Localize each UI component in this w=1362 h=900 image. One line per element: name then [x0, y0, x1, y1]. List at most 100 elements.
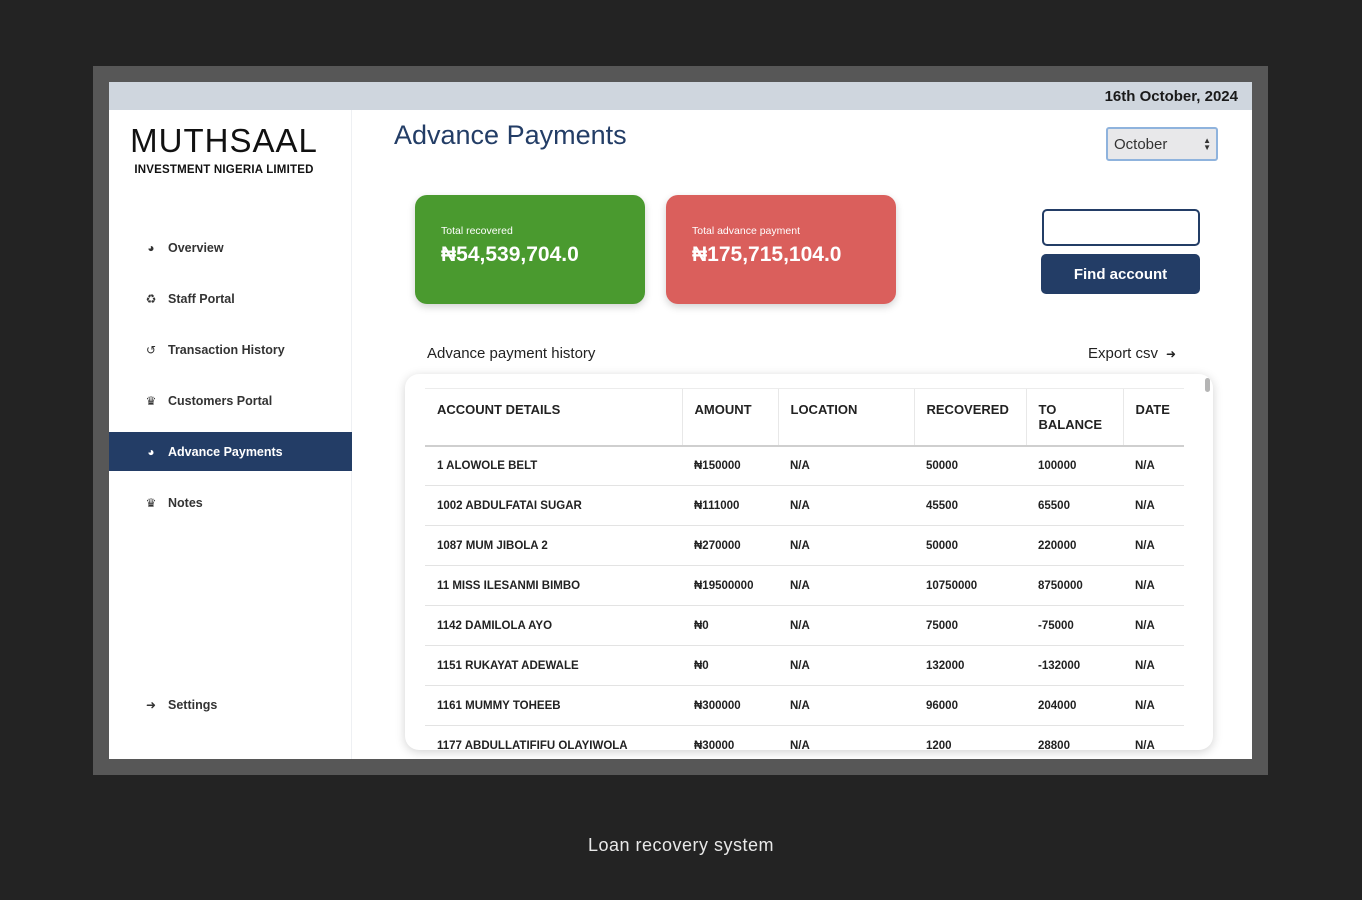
table-cell: N/A: [778, 645, 914, 686]
table-cell: 1177 ABDULLATIFIFU OLAYIWOLA: [425, 725, 682, 750]
column-header[interactable]: AMOUNT: [681, 388, 778, 447]
table-row[interactable]: 1142 DAMILOLA AYO ₦0 N/A 75000 -75000 N/…: [425, 605, 1184, 646]
table-cell: N/A: [1123, 525, 1184, 566]
total-recovered-card: Total recovered ₦54,539,704.0: [415, 195, 645, 304]
table-row[interactable]: 1002 ABDULFATAI SUGAR ₦111000 N/A 45500 …: [425, 485, 1184, 526]
table-row[interactable]: 1177 ABDULLATIFIFU OLAYIWOLA ₦30000 N/A …: [425, 725, 1184, 750]
card-label: Total advance payment: [692, 225, 800, 237]
table-cell: N/A: [778, 445, 914, 486]
card-value: ₦175,715,104.0: [692, 243, 842, 266]
sidebar-item-customers-portal[interactable]: ♛ Customers Portal: [109, 381, 352, 420]
sidebar-item-label: Advance Payments: [168, 444, 283, 459]
table-cell: N/A: [778, 565, 914, 606]
column-header[interactable]: RECOVERED: [913, 388, 1026, 447]
sidebar-item-settings[interactable]: ➜ Settings: [109, 685, 352, 724]
sidebar-item-advance-payments[interactable]: ◕ Advance Payments: [109, 432, 352, 471]
table-row[interactable]: 1161 MUMMY TOHEEB ₦300000 N/A 96000 2040…: [425, 685, 1184, 726]
table-cell: 65500: [1026, 485, 1123, 526]
table-cell: ₦0: [682, 605, 778, 646]
table-cell: ₦270000: [682, 525, 778, 566]
current-date: 16th October, 2024: [1104, 88, 1238, 105]
column-header[interactable]: LOCATION: [777, 388, 914, 447]
table-row[interactable]: 1 ALOWOLE BELT ₦150000 N/A 50000 100000 …: [425, 445, 1184, 486]
table-cell: N/A: [1123, 445, 1184, 486]
export-csv-button[interactable]: Export csv ➜: [1088, 345, 1176, 362]
brand-subtitle: INVESTMENT NIGERIA LIMITED: [134, 164, 314, 176]
sidebar-item-label: Staff Portal: [168, 291, 235, 306]
month-select-value: October: [1114, 135, 1168, 153]
table-row[interactable]: 1151 RUKAYAT ADEWALE ₦0 N/A 132000 -1320…: [425, 645, 1184, 686]
sidebar-item-transaction-history[interactable]: ↺ Transaction History: [109, 330, 352, 369]
recycle-icon: ♻: [145, 291, 157, 306]
table-cell: 50000: [914, 525, 1026, 566]
table-cell: 132000: [914, 645, 1026, 686]
table-cell: 10750000: [914, 565, 1026, 606]
table-cell: N/A: [778, 525, 914, 566]
trophy-icon: ♛: [145, 495, 157, 510]
table-cell: N/A: [1123, 645, 1184, 686]
table-cell: 1151 RUKAYAT ADEWALE: [425, 645, 682, 686]
dashboard-icon: ◕: [147, 444, 155, 459]
export-label: Export csv: [1088, 345, 1159, 362]
table-cell: N/A: [778, 725, 914, 750]
table-cell: 28800: [1026, 725, 1123, 750]
table-cell: N/A: [778, 685, 914, 726]
table-cell: 220000: [1026, 525, 1123, 566]
brand-logo: MUTHSAAL INVESTMENT NIGERIA LIMITED: [109, 122, 339, 176]
find-account-button[interactable]: Find account: [1041, 254, 1200, 294]
table-row[interactable]: 11 MISS ILESANMI BIMBO ₦19500000 N/A 107…: [425, 565, 1184, 606]
total-advance-card: Total advance payment ₦175,715,104.0: [666, 195, 896, 304]
sign-out-icon: ➜: [145, 697, 157, 712]
history-table-card: ACCOUNT DETAILS AMOUNT LOCATION RECOVERE…: [405, 374, 1213, 750]
table-cell: -132000: [1026, 645, 1123, 686]
table-cell: N/A: [778, 605, 914, 646]
select-arrows-icon: ▲ ▼: [1203, 136, 1211, 152]
table-cell: 11 MISS ILESANMI BIMBO: [425, 565, 682, 606]
table-cell: -75000: [1026, 605, 1123, 646]
sidebar-item-notes[interactable]: ♛ Notes: [109, 483, 352, 522]
column-header[interactable]: TO BALANCE: [1025, 388, 1123, 447]
table-cell: 96000: [914, 685, 1026, 726]
sidebar-item-label: Customers Portal: [168, 393, 273, 408]
caption: Loan recovery system: [587, 835, 775, 855]
table-cell: N/A: [778, 485, 914, 526]
table-cell: 50000: [914, 445, 1026, 486]
table-cell: 204000: [1026, 685, 1123, 726]
dashboard-icon: ◕: [147, 240, 155, 255]
table-cell: 1002 ABDULFATAI SUGAR: [425, 485, 682, 526]
account-search-input[interactable]: [1042, 209, 1200, 246]
table-cell: 100000: [1026, 445, 1123, 486]
app-screen: 16th October, 2024 MUTHSAAL INVESTMENT N…: [109, 82, 1252, 759]
table-cell: 1087 MUM JIBOLA 2: [425, 525, 682, 566]
sidebar-item-label: Transaction History: [168, 342, 285, 357]
history-icon: ↺: [145, 342, 157, 357]
trophy-icon: ♛: [145, 393, 157, 408]
sidebar-item-staff-portal[interactable]: ♻ Staff Portal: [109, 279, 352, 318]
history-table: ACCOUNT DETAILS AMOUNT LOCATION RECOVERE…: [425, 388, 1184, 750]
sidebar: MUTHSAAL INVESTMENT NIGERIA LIMITED ◕ Ov…: [109, 110, 352, 759]
table-cell: N/A: [1123, 725, 1184, 750]
scrollbar[interactable]: [1205, 378, 1210, 392]
table-cell: 1200: [914, 725, 1026, 750]
top-bar: 16th October, 2024: [109, 82, 1252, 110]
sidebar-item-overview[interactable]: ◕ Overview: [109, 228, 352, 267]
sidebar-item-label: Overview: [168, 240, 224, 255]
table-row[interactable]: 1087 MUM JIBOLA 2 ₦270000 N/A 50000 2200…: [425, 525, 1184, 566]
table-cell: ₦30000: [682, 725, 778, 750]
table-cell: 8750000: [1026, 565, 1123, 606]
table-cell: ₦0: [682, 645, 778, 686]
sidebar-item-label: Notes: [168, 495, 203, 510]
main-content: Advance Payments October ▲ ▼ Total recove…: [353, 110, 1252, 759]
page-title: Advance Payments: [394, 120, 627, 150]
column-header[interactable]: ACCOUNT DETAILS: [425, 388, 682, 447]
table-header-row: ACCOUNT DETAILS AMOUNT LOCATION RECOVERE…: [425, 388, 1184, 447]
card-value: ₦54,539,704.0: [441, 243, 579, 266]
card-label: Total recovered: [441, 225, 513, 237]
table-cell: 75000: [914, 605, 1026, 646]
column-header[interactable]: DATE: [1122, 388, 1184, 447]
history-title: Advance payment history: [427, 345, 596, 362]
table-cell: 1142 DAMILOLA AYO: [425, 605, 682, 646]
month-select[interactable]: October ▲ ▼: [1106, 127, 1218, 161]
table-cell: N/A: [1123, 685, 1184, 726]
brand-name: MUTHSAAL: [130, 122, 318, 159]
